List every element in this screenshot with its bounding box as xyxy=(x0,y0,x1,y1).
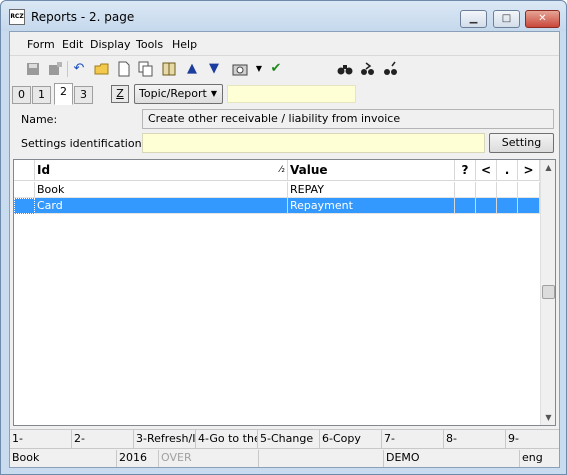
maximize-button[interactable]: □ xyxy=(493,10,520,28)
fkey-9[interactable]: 9- xyxy=(506,430,559,448)
filter-check-icon[interactable]: ✔ xyxy=(268,61,284,77)
copy-icon[interactable] xyxy=(138,61,154,77)
toolbar: ↶ ▲ ▼ ▼ ✔ xyxy=(10,57,559,81)
setting-button[interactable]: Setting xyxy=(489,133,554,153)
book-icon[interactable] xyxy=(161,61,177,77)
fkey-5[interactable]: 5-Change xyxy=(258,430,320,448)
window-title: Reports - 2. page xyxy=(31,10,135,24)
cell-value[interactable]: Repayment xyxy=(288,198,455,214)
header-question[interactable]: ? xyxy=(455,160,476,181)
name-field: Create other receivable / liability from… xyxy=(142,109,554,129)
topic-report-combo[interactable]: Topic/Report ▼ xyxy=(134,84,223,104)
fkey-8[interactable]: 8- xyxy=(444,430,506,448)
cell-greater-than[interactable] xyxy=(518,198,540,214)
chevron-down-icon: ▼ xyxy=(210,89,217,98)
status-book: Book xyxy=(10,450,117,467)
fkey-1[interactable]: 1- xyxy=(10,430,72,448)
menu-edit[interactable]: Edit xyxy=(62,38,83,51)
arrow-up-icon[interactable]: ▲ xyxy=(184,61,200,77)
undo-icon[interactable]: ↶ xyxy=(71,61,87,77)
client-area: Form Edit Display Tools Help ↶ ▲ ▼ ▼ ✔ 0… xyxy=(9,31,560,468)
status-language: eng xyxy=(522,451,543,464)
cell-id[interactable]: Card xyxy=(35,198,288,214)
tab-3[interactable]: 3 xyxy=(74,86,93,104)
status-year: 2016 xyxy=(117,450,159,467)
open-folder-icon[interactable] xyxy=(94,61,110,77)
new-document-icon[interactable] xyxy=(116,61,132,77)
camera-icon[interactable] xyxy=(232,61,248,77)
grid-header: Id ⁄₂ Value ? < . > xyxy=(14,160,540,181)
fkey-3[interactable]: 3-Refresh/I xyxy=(134,430,196,448)
table-row[interactable]: Book REPAY xyxy=(14,182,540,198)
name-label: Name: xyxy=(21,113,58,126)
menu-form[interactable]: Form xyxy=(27,38,55,51)
tabs-row: 0 1 2 3 Z Topic/Report ▼ xyxy=(10,82,559,106)
cell-id[interactable]: Book xyxy=(35,182,288,198)
data-grid: Id ⁄₂ Value ? < . > Book REPAY Card Repa… xyxy=(13,159,556,426)
header-value[interactable]: Value xyxy=(288,160,455,181)
title-bar[interactable]: RCZ Reports - 2. page ▁ □ ✕ xyxy=(1,1,566,31)
app-icon: RCZ xyxy=(9,9,25,25)
header-id[interactable]: Id ⁄₂ xyxy=(35,160,288,181)
cell-question[interactable] xyxy=(455,182,476,198)
cell-less-than[interactable] xyxy=(476,182,497,198)
cell-greater-than[interactable] xyxy=(518,182,540,198)
fkey-6[interactable]: 6-Copy xyxy=(320,430,382,448)
dropdown-arrow-icon[interactable]: ▼ xyxy=(251,61,267,77)
settings-identification-label: Settings identification: xyxy=(21,137,146,150)
header-id-label: Id xyxy=(37,163,51,177)
z-button[interactable]: Z xyxy=(111,85,129,103)
scroll-up-icon[interactable]: ▲ xyxy=(541,160,556,175)
cell-question[interactable] xyxy=(455,198,476,214)
sort-order-marker: ⁄₂ xyxy=(279,165,285,175)
status-mode: OVER xyxy=(159,450,259,467)
header-dot[interactable]: . xyxy=(497,160,518,181)
fkey-7[interactable]: 7- xyxy=(382,430,444,448)
tab-2[interactable]: 2 xyxy=(54,83,73,105)
save-as-icon[interactable] xyxy=(47,61,63,77)
find-replace-icon[interactable] xyxy=(383,61,399,77)
row-indicator xyxy=(14,198,35,214)
scroll-down-icon[interactable]: ▼ xyxy=(541,410,556,425)
status-bar: Book 2016 OVER DEMO eng xyxy=(10,448,559,467)
table-row[interactable]: Card Repayment xyxy=(14,198,540,214)
menu-tools[interactable]: Tools xyxy=(136,38,163,51)
cell-dot[interactable] xyxy=(497,182,518,198)
tab-0[interactable]: 0 xyxy=(12,86,31,104)
arrow-down-icon[interactable]: ▼ xyxy=(206,61,222,77)
toolbar-separator xyxy=(67,61,68,77)
save-icon[interactable] xyxy=(25,61,41,77)
settings-identification-input[interactable] xyxy=(142,133,485,153)
status-company: DEMO xyxy=(384,450,520,467)
status-empty xyxy=(259,450,384,467)
fkey-2[interactable]: 2- xyxy=(72,430,134,448)
quick-input-field[interactable] xyxy=(227,85,356,103)
function-key-bar: 1- 2- 3-Refresh/I 4-Go to the 5-Change 6… xyxy=(10,429,559,448)
topic-report-label: Topic/Report xyxy=(139,87,207,100)
menu-bar: Form Edit Display Tools Help xyxy=(10,32,559,56)
vertical-scrollbar[interactable]: ▲ ▼ xyxy=(540,160,555,425)
reports-window: RCZ Reports - 2. page ▁ □ ✕ Form Edit Di… xyxy=(0,0,567,475)
menu-display[interactable]: Display xyxy=(90,38,131,51)
close-button[interactable]: ✕ xyxy=(525,10,560,28)
cell-dot[interactable] xyxy=(497,198,518,214)
find-next-icon[interactable] xyxy=(360,61,376,77)
cell-less-than[interactable] xyxy=(476,198,497,214)
row-indicator xyxy=(14,182,35,198)
header-indicator xyxy=(14,160,35,181)
fkey-4[interactable]: 4-Go to the xyxy=(196,430,258,448)
header-less-than[interactable]: < xyxy=(476,160,497,181)
tab-1[interactable]: 1 xyxy=(32,86,51,104)
binoculars-icon[interactable] xyxy=(337,61,353,77)
header-greater-than[interactable]: > xyxy=(518,160,540,181)
scroll-thumb[interactable] xyxy=(542,285,555,299)
menu-help[interactable]: Help xyxy=(172,38,197,51)
minimize-button[interactable]: ▁ xyxy=(460,10,487,28)
cell-value[interactable]: REPAY xyxy=(288,182,455,198)
